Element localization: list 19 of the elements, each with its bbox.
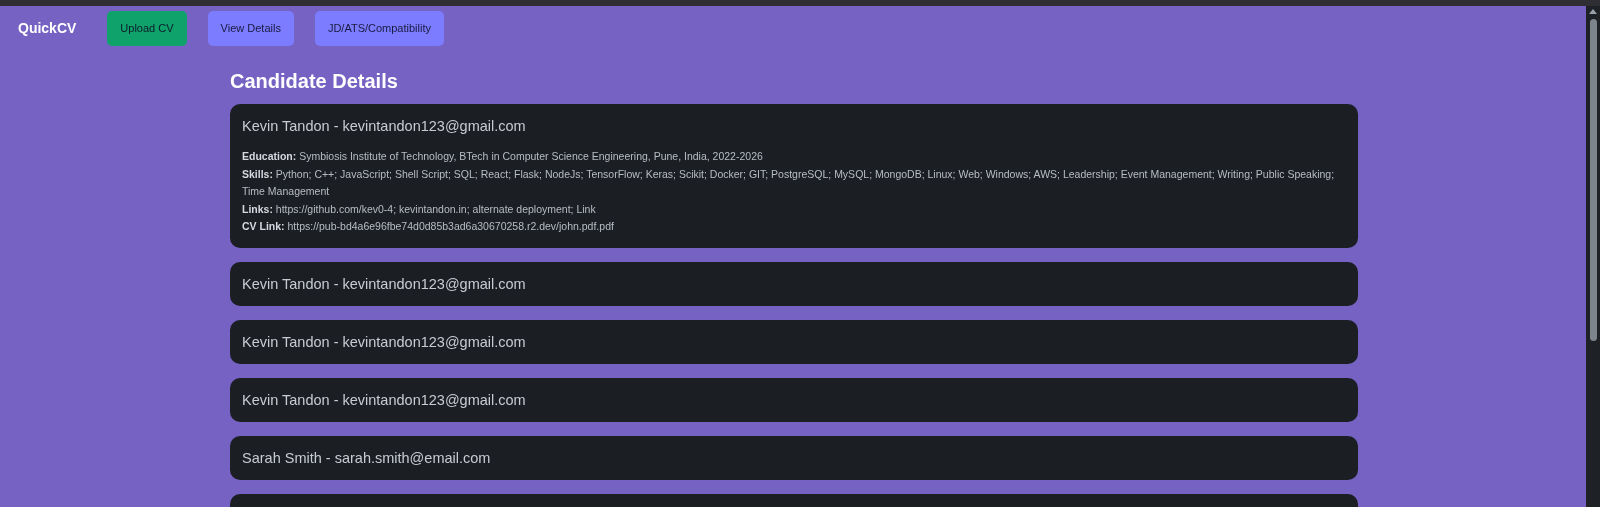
nav-button[interactable]: View Details	[207, 10, 294, 46]
nav-button[interactable]: JD/ATS/Compatibility	[314, 10, 444, 46]
candidate-name: Sarah Smith - sarah.smith@email.com	[242, 448, 492, 468]
candidate-card[interactable]: Kevin Tandon - kevintandon123@gmail.com	[230, 377, 1358, 422]
detail-line: CV Link: https://pub-bd4a6e96fbe74d0d85b3ad6a30670258.r2.dev/john.pdf.pdf	[242, 219, 615, 235]
detail-line: Links: https://github.com/kev0-4; kevintandon.in; alternate deployment; Link	[242, 201, 597, 217]
candidate-name: Kevin Tandon - kevintandon123@gmail.com	[242, 117, 527, 137]
candidate-card[interactable]: Kevin Tandon - kevintandon123@gmail.com	[230, 319, 1358, 364]
candidate-name: Kevin Tandon - kevintandon123@gmail.com	[242, 332, 527, 352]
detail-line: Education: Symbiosis Institute of Technology, BTech in Computer Science Engineering, Pune, India, 2022-2026	[242, 149, 764, 165]
candidate-card[interactable]	[230, 104, 1358, 248]
candidate-card[interactable]: Kevin Tandon - kevintandon123@gmail.com	[230, 261, 1358, 306]
brand-logo[interactable]: QuickCV	[18, 17, 77, 39]
scrollbar[interactable]	[1586, 6, 1600, 507]
candidate-name: Kevin Tandon - kevintandon123@gmail.com	[242, 390, 527, 410]
page-heading: Candidate Details	[230, 69, 399, 94]
candidate-card[interactable]: Sarah Smith - sarah.smith@email.com	[230, 435, 1358, 480]
candidate-name: Kevin Tandon - kevintandon123@gmail.com	[242, 274, 527, 294]
nav-button[interactable]: Upload CV	[107, 10, 187, 46]
